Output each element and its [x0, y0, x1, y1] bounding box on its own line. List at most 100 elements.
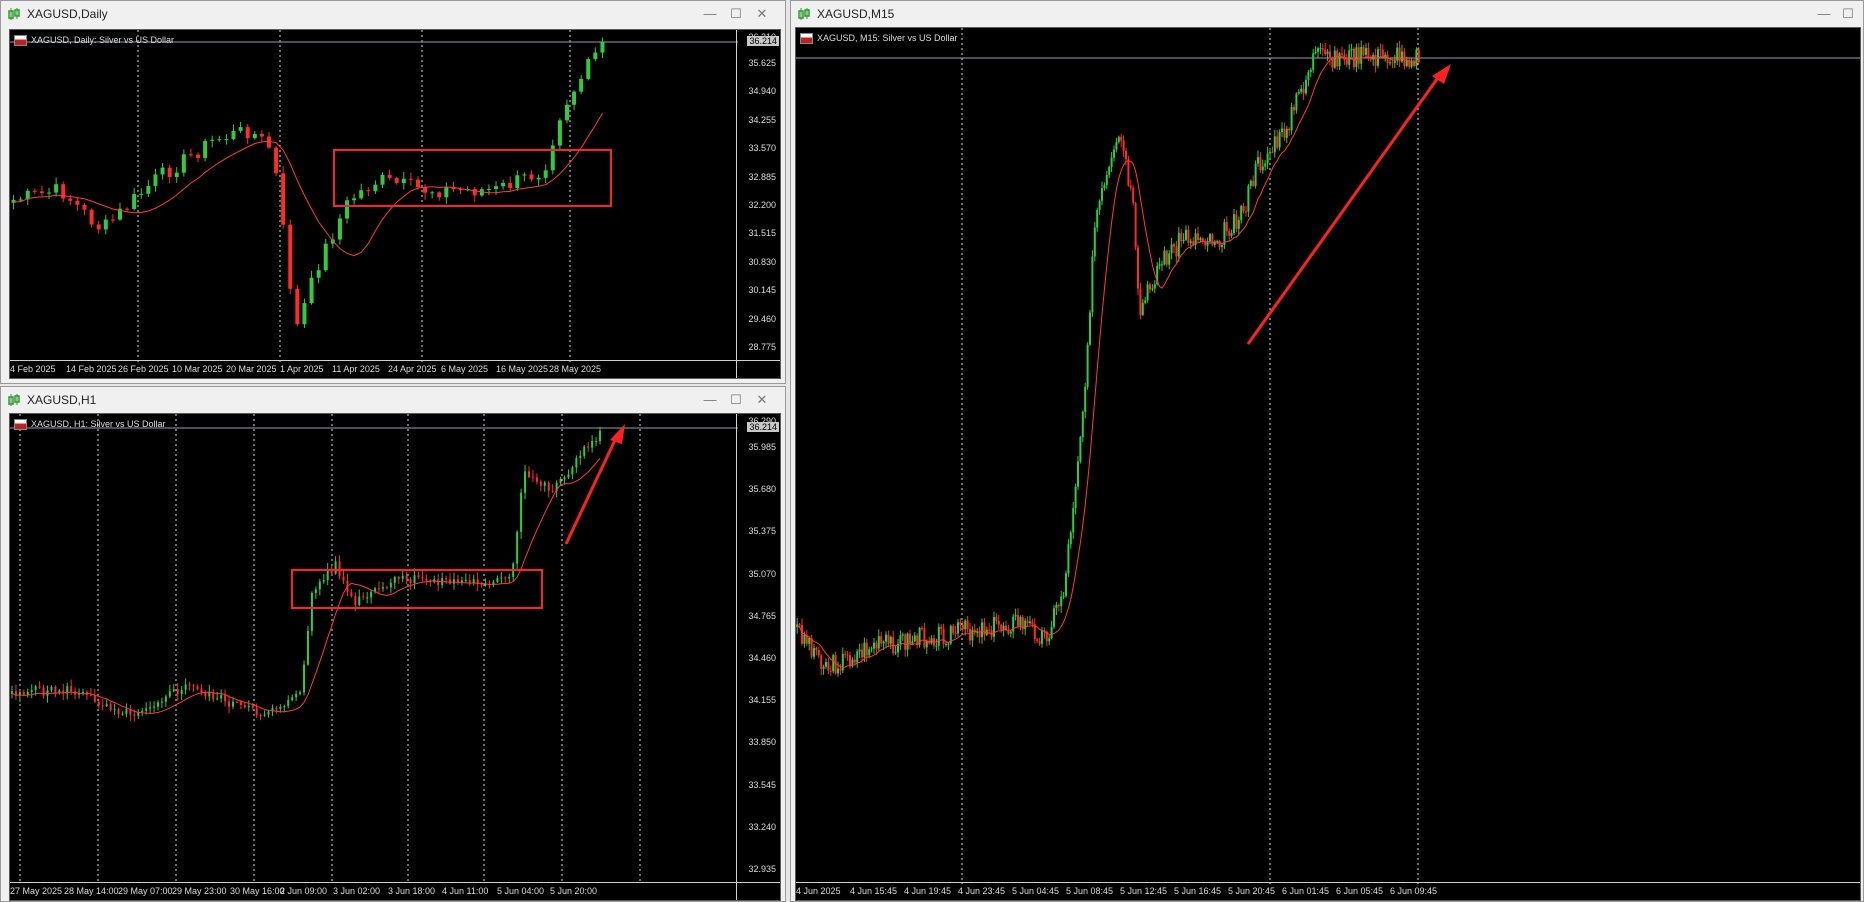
h1-titlebar[interactable]: XAGUSD,H1 — ☐ ✕ [1, 387, 785, 413]
h1-chart-window[interactable]: XAGUSD,H1 — ☐ ✕ XAGUSD, H1: Silver vs US… [0, 386, 786, 902]
candle-body [1300, 88, 1303, 92]
close-icon[interactable]: ✕ [749, 390, 775, 410]
h1-chart-area[interactable]: XAGUSD, H1: Silver vs US Dollar 35.985 35… [9, 413, 781, 901]
candle-body [366, 190, 371, 192]
candle-body [224, 139, 229, 141]
candle-body [1057, 604, 1060, 607]
candle-body [837, 668, 839, 674]
symbol-label: XAGUSD, M15: Silver vs US Dollar [817, 33, 958, 43]
candle-body [599, 430, 602, 442]
candle-body [176, 689, 179, 695]
candle-body [295, 693, 298, 698]
flag-icon [14, 35, 27, 47]
daily-chart-window[interactable]: XAGUSD,Daily — ☐ ✕ XAGUSD, Daily: Silver… [0, 0, 786, 384]
daily-chart-area[interactable]: XAGUSD, Daily: Silver vs US Dollar 35.62… [9, 29, 781, 379]
maximize-icon[interactable]: ☐ [1835, 4, 1861, 24]
time-tick-label: 5 Jun 12:45 [1120, 886, 1168, 896]
candle-body [181, 154, 186, 173]
candle-body [252, 133, 257, 139]
candle-body [1209, 234, 1211, 242]
candle-body [1417, 49, 1420, 63]
candle-body [1017, 615, 1019, 626]
candle-body [164, 696, 167, 702]
candle-body [515, 175, 520, 189]
candle-body [865, 642, 868, 656]
flag-icon [800, 33, 813, 45]
minimize-icon[interactable]: — [1811, 4, 1837, 24]
candle-body [350, 591, 353, 597]
daily-titlebar[interactable]: XAGUSD,Daily — ☐ ✕ [1, 1, 785, 27]
m15-chart-area[interactable]: XAGUSD, M15: Silver vs US Dollar 4 Jun 2… [795, 27, 1861, 901]
candle-body [1108, 167, 1111, 175]
candle-body [504, 577, 507, 579]
candle-body [1026, 620, 1029, 624]
maximize-icon[interactable]: ☐ [723, 4, 749, 24]
candle-body [68, 198, 73, 201]
time-tick-label: 5 Jun 20:00 [550, 886, 598, 896]
candle-body [1103, 185, 1106, 189]
trend-arrow [1246, 71, 1444, 345]
candle-body [245, 127, 250, 139]
price-tick-label: 30.830 [748, 256, 776, 267]
candle-body [1084, 386, 1087, 412]
time-tick-label: 2 Jun 09:00 [280, 886, 328, 896]
candle-body [145, 708, 148, 711]
candle-body [32, 190, 37, 192]
moving-average-line [11, 457, 601, 714]
candle-body [1403, 51, 1406, 66]
candle-body [559, 479, 562, 483]
candle-body [445, 578, 448, 580]
price-axis: 35.625 34.940 34.255 33.570 32.885 32.200 31.5… [736, 30, 780, 378]
candle-body [1153, 284, 1156, 289]
candle-body [326, 569, 329, 581]
candle-body [535, 477, 538, 482]
candle-body [1285, 128, 1288, 138]
candle-body [323, 243, 328, 271]
candle-body [829, 670, 832, 672]
candle-body [853, 659, 856, 663]
candle-body [1053, 608, 1055, 627]
candle-body [1245, 211, 1247, 213]
candle-body [1096, 209, 1099, 228]
candle-body [259, 715, 262, 717]
candle-body [1281, 128, 1283, 133]
m15-chart-window[interactable]: XAGUSD,M15 — ☐ XAGUSD, M15: Silver vs US… [790, 0, 1864, 902]
time-tick-label: 5 Jun 04:45 [1012, 886, 1060, 896]
candle-body [1341, 53, 1343, 55]
candle-body [54, 686, 57, 694]
candle-body [359, 190, 364, 199]
candle-body [342, 576, 345, 581]
candle-body [1266, 153, 1269, 164]
candle-body [1161, 264, 1163, 266]
candle-body [409, 579, 412, 584]
candle-body [216, 698, 219, 700]
candle-body [192, 685, 195, 687]
time-tick-label: 5 Jun 08:45 [1066, 886, 1114, 896]
candle-body [1374, 54, 1377, 66]
m15-titlebar[interactable]: XAGUSD,M15 — ☐ [791, 1, 1863, 27]
candle-body [887, 634, 890, 644]
candle-body [529, 174, 534, 180]
candle-body [82, 692, 85, 694]
time-tick-label: 6 Jun 09:45 [1390, 886, 1438, 896]
candle-body [345, 200, 350, 219]
maximize-icon[interactable]: ☐ [723, 390, 749, 410]
candle-body [851, 659, 854, 666]
candle-body [1105, 174, 1108, 186]
candle-body [1216, 241, 1219, 243]
candle-body [899, 635, 902, 644]
minimize-icon[interactable]: — [697, 390, 723, 410]
candle-body [413, 575, 416, 584]
minimize-icon[interactable]: — [697, 4, 723, 24]
candle-body [1089, 312, 1091, 345]
price-tick-label: 35.375 [748, 526, 776, 537]
candle-body [870, 648, 873, 650]
time-tick-label: 4 Jun 15:45 [850, 886, 898, 896]
candle-body [957, 622, 959, 634]
price-tick-label: 34.155 [748, 695, 776, 706]
time-axis: 4 Jun 2025 4 Jun 15:45 4 Jun 19:45 4 Jun 23… [796, 882, 1860, 900]
close-icon[interactable]: ✕ [749, 4, 775, 24]
candle-body [575, 457, 578, 468]
candle-body [942, 628, 945, 644]
candle-body [1321, 48, 1324, 50]
